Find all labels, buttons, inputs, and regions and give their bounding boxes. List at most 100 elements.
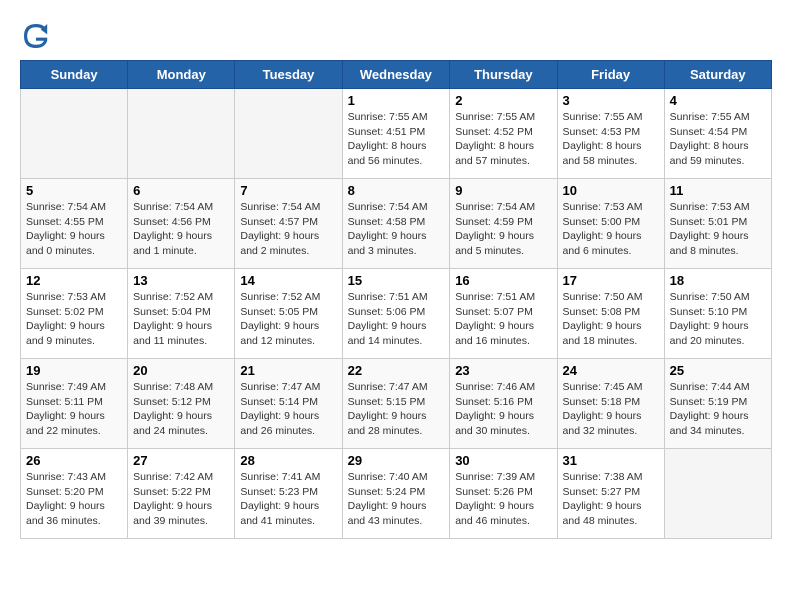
day-number: 2: [455, 93, 551, 108]
day-info: Sunrise: 7:40 AM Sunset: 5:24 PM Dayligh…: [348, 470, 445, 529]
logo: [20, 20, 56, 52]
calendar-cell: 9 Sunrise: 7:54 AM Sunset: 4:59 PM Daylig…: [450, 179, 557, 269]
calendar-cell: [235, 89, 342, 179]
page-header: [20, 20, 772, 52]
day-info: Sunrise: 7:54 AM Sunset: 4:59 PM Dayligh…: [455, 200, 551, 259]
calendar-cell: 30 Sunrise: 7:39 AM Sunset: 5:26 PM Dayli…: [450, 449, 557, 539]
calendar-cell: 15 Sunrise: 7:51 AM Sunset: 5:06 PM Dayli…: [342, 269, 450, 359]
day-info: Sunrise: 7:54 AM Sunset: 4:55 PM Dayligh…: [26, 200, 122, 259]
calendar-cell: 26Sunrise: 7:43 AM Sunset: 5:20 PM Dayli…: [21, 449, 128, 539]
day-info: Sunrise: 7:38 AM Sunset: 5:27 PM Dayligh…: [563, 470, 659, 529]
calendar-cell: 19 Sunrise: 7:49 AM Sunset: 5:11 PM Dayli…: [21, 359, 128, 449]
calendar-cell: 17 Sunrise: 7:50 AM Sunset: 5:08 PM Dayli…: [557, 269, 664, 359]
calendar-cell: 4Sunrise: 7:55 AM Sunset: 4:54 PM Daylig…: [664, 89, 771, 179]
day-info: Sunrise: 7:39 AM Sunset: 5:26 PM Dayligh…: [455, 470, 551, 529]
day-number: 31: [563, 453, 659, 468]
day-info: Sunrise: 7:42 AM Sunset: 5:22 PM Dayligh…: [133, 470, 229, 529]
day-header-thursday: Thursday: [450, 61, 557, 89]
calendar-cell: 2 Sunrise: 7:55 AM Sunset: 4:52 PM Daylig…: [450, 89, 557, 179]
day-info: Sunrise: 7:45 AM Sunset: 5:18 PM Dayligh…: [563, 380, 659, 439]
day-number: 18: [670, 273, 766, 288]
day-info: Sunrise: 7:55 AM Sunset: 4:52 PM Dayligh…: [455, 110, 551, 169]
day-info: Sunrise: 7:54 AM Sunset: 4:56 PM Dayligh…: [133, 200, 229, 259]
day-info: Sunrise: 7:50 AM Sunset: 5:10 PM Dayligh…: [670, 290, 766, 349]
day-header-sunday: Sunday: [21, 61, 128, 89]
day-number: 21: [240, 363, 336, 378]
day-number: 29: [348, 453, 445, 468]
calendar-cell: 8 Sunrise: 7:54 AM Sunset: 4:58 PM Daylig…: [342, 179, 450, 269]
week-row-1: 1 Sunrise: 7:55 AM Sunset: 4:51 PM Daylig…: [21, 89, 772, 179]
calendar-cell: 18 Sunrise: 7:50 AM Sunset: 5:10 PM Dayli…: [664, 269, 771, 359]
calendar-table: SundayMondayTuesdayWednesdayThursdayFrid…: [20, 60, 772, 539]
day-info: Sunrise: 7:55 AM Sunset: 4:54 PM Dayligh…: [670, 110, 766, 169]
calendar-cell: 27 Sunrise: 7:42 AM Sunset: 5:22 PM Dayli…: [128, 449, 235, 539]
calendar-cell: 12 Sunrise: 7:53 AM Sunset: 5:02 PM Dayli…: [21, 269, 128, 359]
calendar-cell: 23 Sunrise: 7:46 AM Sunset: 5:16 PM Dayli…: [450, 359, 557, 449]
day-info: Sunrise: 7:52 AM Sunset: 5:04 PM Dayligh…: [133, 290, 229, 349]
logo-icon: [20, 20, 52, 52]
day-number: 17: [563, 273, 659, 288]
day-number: 9: [455, 183, 551, 198]
day-info: Sunrise: 7:50 AM Sunset: 5:08 PM Dayligh…: [563, 290, 659, 349]
day-number: 7: [240, 183, 336, 198]
calendar-cell: 29 Sunrise: 7:40 AM Sunset: 5:24 PM Dayli…: [342, 449, 450, 539]
day-info: Sunrise: 7:55 AM Sunset: 4:51 PM Dayligh…: [348, 110, 445, 169]
day-info: Sunrise: 7:41 AM Sunset: 5:23 PM Dayligh…: [240, 470, 336, 529]
calendar-cell: 16Sunrise: 7:51 AM Sunset: 5:07 PM Dayli…: [450, 269, 557, 359]
calendar-cell: 1 Sunrise: 7:55 AM Sunset: 4:51 PM Daylig…: [342, 89, 450, 179]
calendar-cell: 10 Sunrise: 7:53 AM Sunset: 5:00 PM Dayli…: [557, 179, 664, 269]
day-headers-row: SundayMondayTuesdayWednesdayThursdayFrid…: [21, 61, 772, 89]
day-info: Sunrise: 7:47 AM Sunset: 5:14 PM Dayligh…: [240, 380, 336, 439]
day-info: Sunrise: 7:47 AM Sunset: 5:15 PM Dayligh…: [348, 380, 445, 439]
day-number: 30: [455, 453, 551, 468]
day-number: 14: [240, 273, 336, 288]
week-row-5: 26Sunrise: 7:43 AM Sunset: 5:20 PM Dayli…: [21, 449, 772, 539]
week-row-4: 19 Sunrise: 7:49 AM Sunset: 5:11 PM Dayli…: [21, 359, 772, 449]
day-number: 12: [26, 273, 122, 288]
day-number: 24: [563, 363, 659, 378]
day-number: 8: [348, 183, 445, 198]
calendar-cell: 7 Sunrise: 7:54 AM Sunset: 4:57 PM Daylig…: [235, 179, 342, 269]
calendar-cell: 11 Sunrise: 7:53 AM Sunset: 5:01 PM Dayli…: [664, 179, 771, 269]
day-number: 15: [348, 273, 445, 288]
day-info: Sunrise: 7:49 AM Sunset: 5:11 PM Dayligh…: [26, 380, 122, 439]
calendar-cell: 21 Sunrise: 7:47 AM Sunset: 5:14 PM Dayli…: [235, 359, 342, 449]
day-number: 11: [670, 183, 766, 198]
day-header-tuesday: Tuesday: [235, 61, 342, 89]
day-number: 1: [348, 93, 445, 108]
day-number: 3: [563, 93, 659, 108]
calendar-cell: 24 Sunrise: 7:45 AM Sunset: 5:18 PM Dayli…: [557, 359, 664, 449]
day-info: Sunrise: 7:48 AM Sunset: 5:12 PM Dayligh…: [133, 380, 229, 439]
day-number: 28: [240, 453, 336, 468]
day-info: Sunrise: 7:54 AM Sunset: 4:58 PM Dayligh…: [348, 200, 445, 259]
day-info: Sunrise: 7:46 AM Sunset: 5:16 PM Dayligh…: [455, 380, 551, 439]
week-row-2: 5 Sunrise: 7:54 AM Sunset: 4:55 PM Daylig…: [21, 179, 772, 269]
week-row-3: 12 Sunrise: 7:53 AM Sunset: 5:02 PM Dayli…: [21, 269, 772, 359]
calendar-cell: 6Sunrise: 7:54 AM Sunset: 4:56 PM Daylig…: [128, 179, 235, 269]
calendar-cell: 14 Sunrise: 7:52 AM Sunset: 5:05 PM Dayli…: [235, 269, 342, 359]
calendar-cell: 20 Sunrise: 7:48 AM Sunset: 5:12 PM Dayli…: [128, 359, 235, 449]
calendar-cell: [664, 449, 771, 539]
day-header-saturday: Saturday: [664, 61, 771, 89]
day-number: 20: [133, 363, 229, 378]
day-number: 22: [348, 363, 445, 378]
day-header-monday: Monday: [128, 61, 235, 89]
day-info: Sunrise: 7:52 AM Sunset: 5:05 PM Dayligh…: [240, 290, 336, 349]
day-number: 19: [26, 363, 122, 378]
day-header-wednesday: Wednesday: [342, 61, 450, 89]
day-number: 26: [26, 453, 122, 468]
day-number: 5: [26, 183, 122, 198]
calendar-cell: [21, 89, 128, 179]
day-number: 27: [133, 453, 229, 468]
day-info: Sunrise: 7:44 AM Sunset: 5:19 PM Dayligh…: [670, 380, 766, 439]
day-info: Sunrise: 7:54 AM Sunset: 4:57 PM Dayligh…: [240, 200, 336, 259]
day-info: Sunrise: 7:53 AM Sunset: 5:00 PM Dayligh…: [563, 200, 659, 259]
calendar-cell: 22 Sunrise: 7:47 AM Sunset: 5:15 PM Dayli…: [342, 359, 450, 449]
day-number: 23: [455, 363, 551, 378]
day-info: Sunrise: 7:53 AM Sunset: 5:02 PM Dayligh…: [26, 290, 122, 349]
day-info: Sunrise: 7:53 AM Sunset: 5:01 PM Dayligh…: [670, 200, 766, 259]
calendar-cell: 3Sunrise: 7:55 AM Sunset: 4:53 PM Daylig…: [557, 89, 664, 179]
day-number: 10: [563, 183, 659, 198]
calendar-cell: 31 Sunrise: 7:38 AM Sunset: 5:27 PM Dayli…: [557, 449, 664, 539]
day-info: Sunrise: 7:51 AM Sunset: 5:06 PM Dayligh…: [348, 290, 445, 349]
